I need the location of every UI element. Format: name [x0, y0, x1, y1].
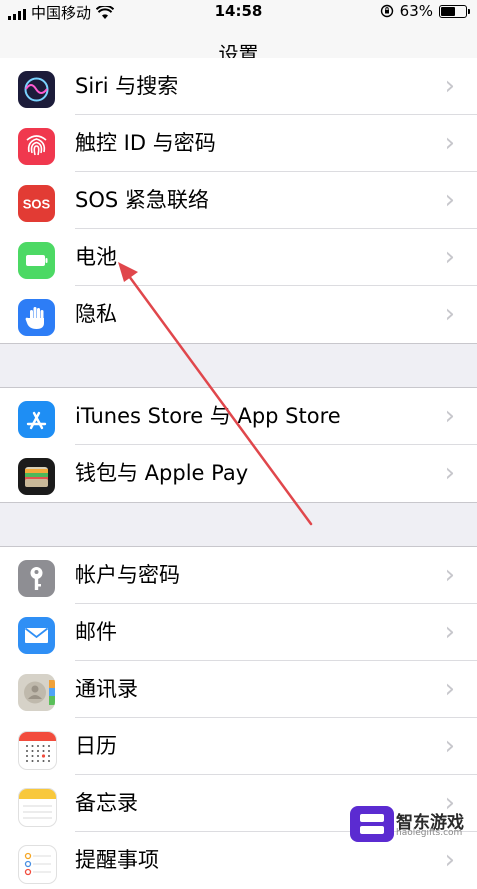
- settings-row-privacy[interactable]: 隐私 ›: [0, 286, 477, 343]
- settings-group: iTunes Store 与 App Store › 钱包与 Apple Pay ›: [0, 388, 477, 502]
- chevron-right-icon: ›: [444, 299, 455, 329]
- settings-row-label: 钱包与 Apple Pay: [75, 461, 249, 485]
- section-gap: [0, 343, 477, 388]
- settings-row-touch-id[interactable]: 触控 ID 与密码 ›: [0, 115, 477, 172]
- settings-row-battery[interactable]: 电池 ›: [0, 229, 477, 286]
- settings-row-sos[interactable]: SOS SOS 紧急联络 ›: [0, 172, 477, 229]
- mail-icon: [18, 617, 55, 654]
- svg-text:SOS: SOS: [23, 197, 51, 212]
- orientation-lock-icon: [380, 4, 393, 18]
- settings-row-label: SOS 紧急联络: [75, 188, 209, 212]
- sos-icon: SOS: [18, 185, 55, 222]
- wallet-icon: [18, 458, 55, 495]
- battery-icon: [18, 242, 55, 279]
- notes-icon: [18, 788, 57, 827]
- chevron-right-icon: ›: [444, 617, 455, 647]
- chevron-right-icon: ›: [444, 128, 455, 158]
- settings-row-calendar[interactable]: 日历 ›: [0, 718, 477, 775]
- settings-row-label: 帐户与密码: [75, 563, 180, 587]
- watermark-logo: 智东游戏 haolegifts.com: [350, 804, 477, 844]
- chevron-right-icon: ›: [444, 185, 455, 215]
- settings-row-label: iTunes Store 与 App Store: [75, 404, 341, 428]
- settings-row-label: 日历: [75, 734, 117, 758]
- settings-row-label: 隐私: [75, 302, 117, 326]
- chevron-right-icon: ›: [444, 242, 455, 272]
- settings-row-label: 邮件: [75, 620, 117, 644]
- battery-indicator-icon: [439, 4, 470, 18]
- fingerprint-icon: [18, 128, 55, 165]
- watermark-url: haolegifts.com: [396, 828, 463, 838]
- settings-list: Siri 与搜索 › 触控 ID 与密码 › SOS SOS 紧急联络 › 电池 › 隐私 › iTu…: [0, 58, 477, 889]
- chevron-right-icon: ›: [444, 458, 455, 488]
- settings-row-mail[interactable]: 邮件 ›: [0, 604, 477, 661]
- section-gap: [0, 502, 477, 547]
- settings-row-label: 备忘录: [75, 791, 138, 815]
- contacts-icon: [18, 674, 55, 711]
- settings-row-label: Siri 与搜索: [75, 74, 179, 98]
- settings-row-label: 提醒事项: [75, 848, 159, 872]
- siri-icon: [18, 71, 55, 108]
- calendar-icon: [18, 731, 57, 770]
- reminders-icon: [18, 845, 57, 884]
- chevron-right-icon: ›: [444, 674, 455, 704]
- settings-row-app-store[interactable]: iTunes Store 与 App Store ›: [0, 388, 477, 445]
- status-bar: 中国移动 14:58 63%: [0, 0, 477, 24]
- chevron-right-icon: ›: [444, 731, 455, 761]
- chevron-right-icon: ›: [444, 401, 455, 431]
- settings-row-label: 触控 ID 与密码: [75, 131, 216, 155]
- chevron-right-icon: ›: [444, 71, 455, 101]
- settings-row-wallet[interactable]: 钱包与 Apple Pay ›: [0, 445, 477, 502]
- app-store-icon: [18, 401, 55, 438]
- watermark-logo-icon: [350, 806, 394, 842]
- key-icon: [18, 560, 55, 597]
- settings-row-contacts[interactable]: 通讯录 ›: [0, 661, 477, 718]
- settings-row-accounts[interactable]: 帐户与密码 ›: [0, 547, 477, 604]
- settings-row-label: 通讯录: [75, 677, 138, 701]
- settings-row-label: 电池: [75, 245, 117, 269]
- chevron-right-icon: ›: [444, 560, 455, 590]
- settings-group: Siri 与搜索 › 触控 ID 与密码 › SOS SOS 紧急联络 › 电池 › 隐私 ›: [0, 58, 477, 343]
- hand-icon: [18, 299, 55, 336]
- battery-percent: 63%: [399, 2, 433, 20]
- settings-row-siri[interactable]: Siri 与搜索 ›: [0, 58, 477, 115]
